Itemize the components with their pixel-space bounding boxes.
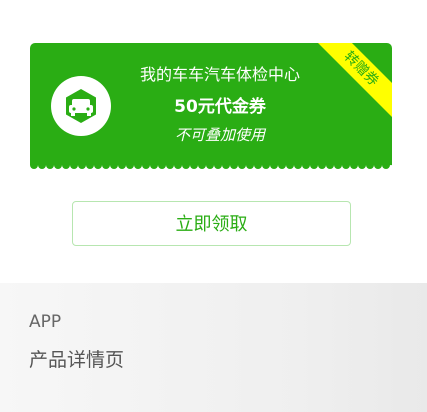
- car-icon: [51, 76, 111, 136]
- merchant-name: 我的车车汽车体检中心: [139, 65, 300, 84]
- transfer-ribbon: 转赠券: [306, 43, 392, 124]
- coupon-scalloped-edge: [30, 160, 392, 169]
- coupon-rule: 不可叠加使用: [174, 126, 265, 144]
- claim-button[interactable]: 立即领取: [72, 201, 351, 246]
- page-label: 产品详情页: [29, 349, 125, 371]
- coupon-amount: 50元代金券: [174, 97, 266, 117]
- footer-panel: APP 产品详情页: [0, 283, 427, 412]
- app-label: APP: [29, 312, 62, 332]
- coupon-card[interactable]: 我的车车汽车体检中心 50元代金券 不可叠加使用 转赠券: [30, 43, 392, 165]
